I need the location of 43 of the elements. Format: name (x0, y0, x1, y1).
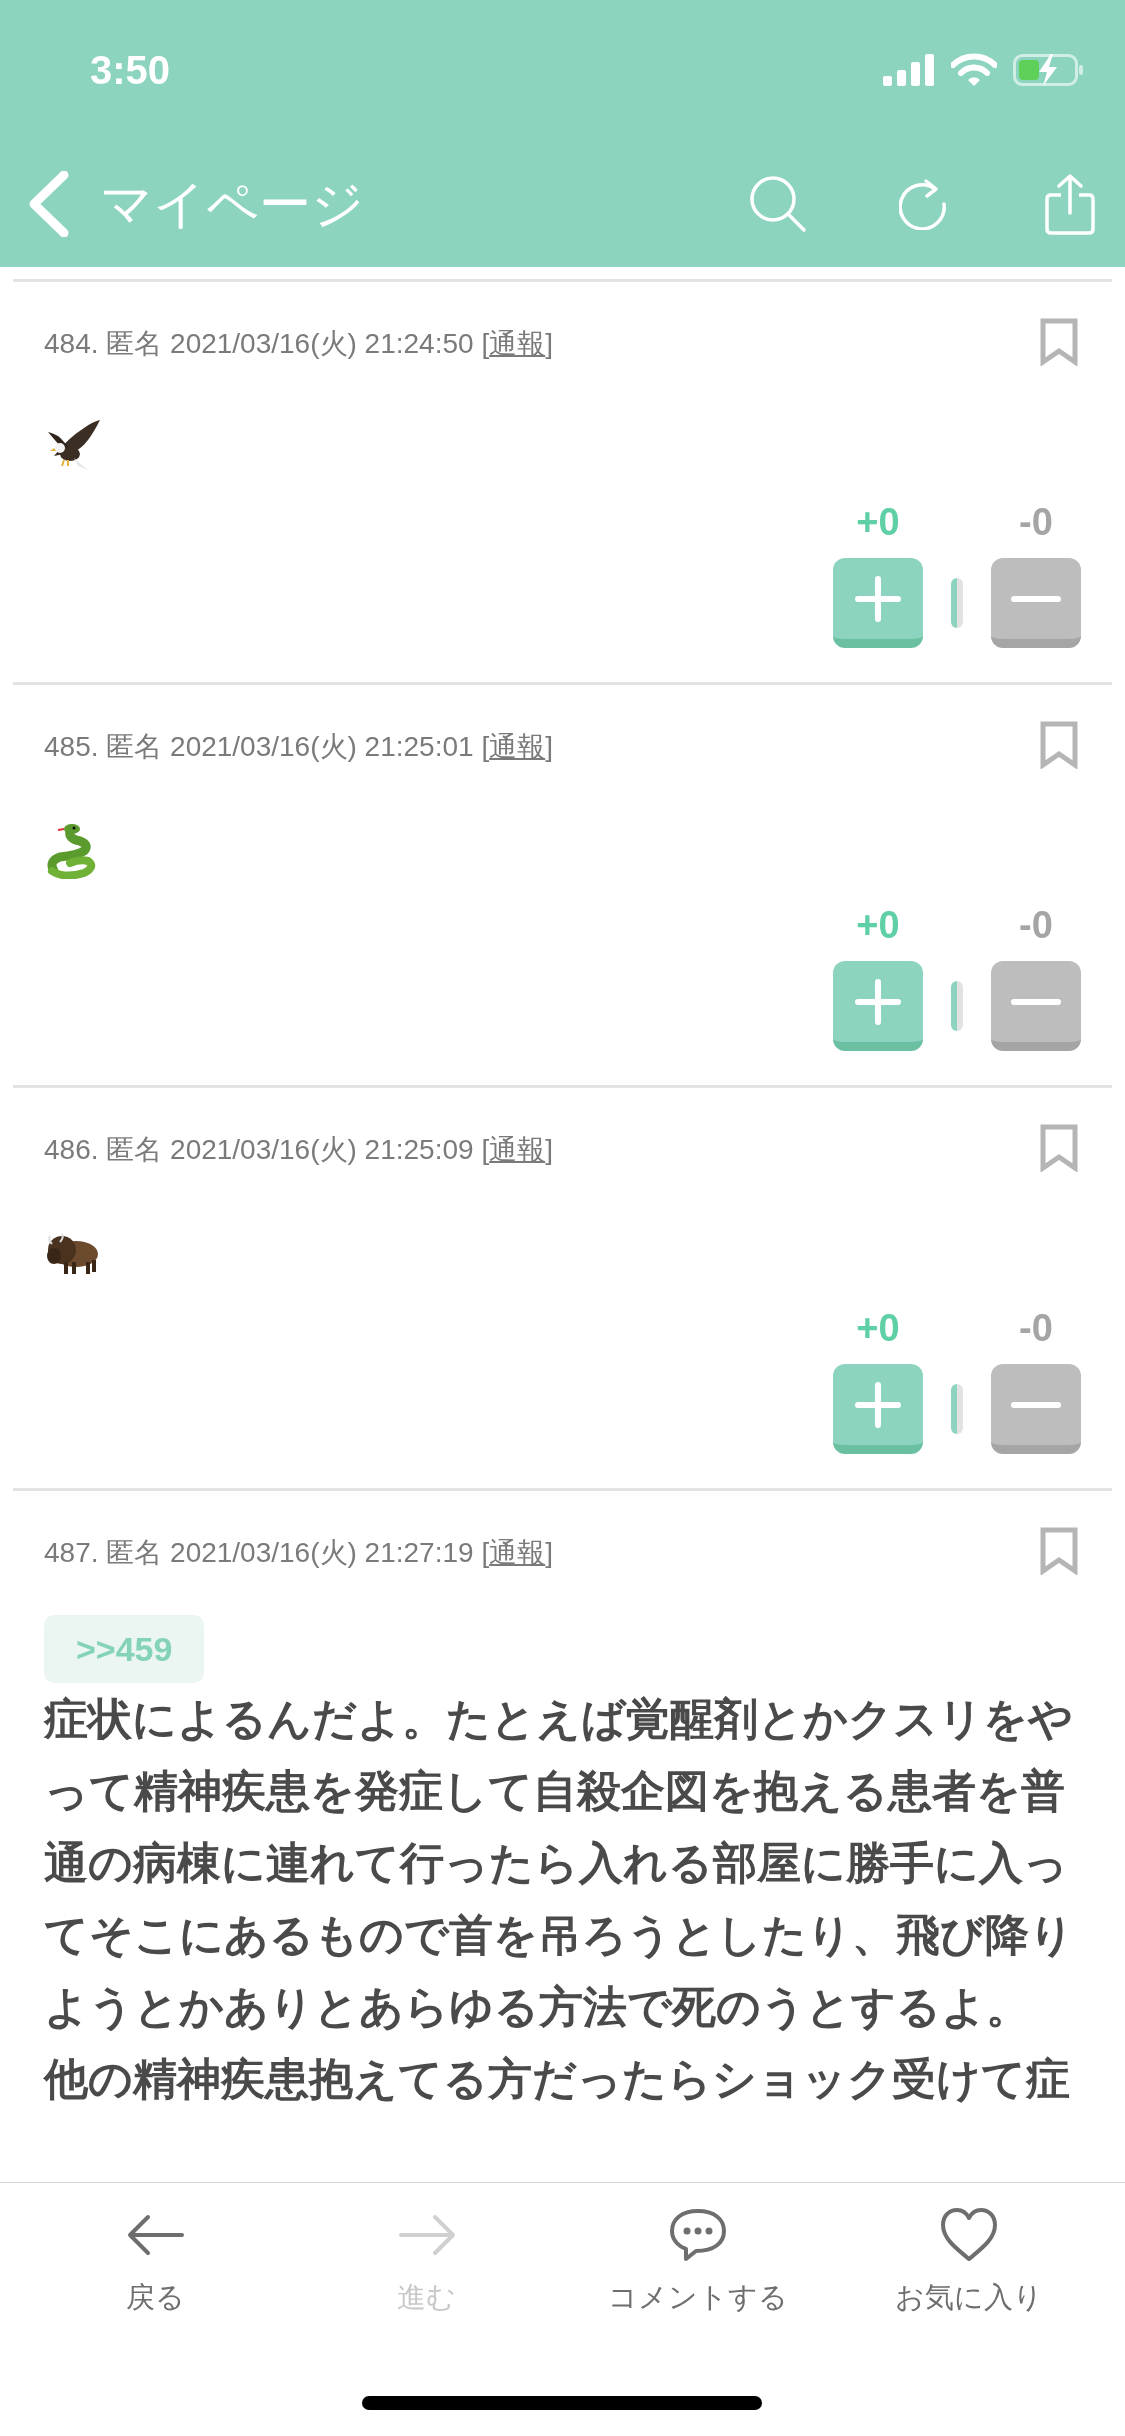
wifi-icon (951, 53, 997, 87)
vote-count: -0 (1019, 1306, 1053, 1350)
downvote-button[interactable] (991, 961, 1081, 1051)
upvote-button[interactable] (833, 1364, 923, 1454)
tab-bar-item[interactable]: 戻る (20, 2205, 292, 2315)
post-meta: 486. 匿名 2021/03/16(火) 21:25:09 [通報] (44, 1133, 554, 1167)
status-time: 3:50 (90, 47, 171, 94)
vote-count: -0 (1019, 500, 1053, 544)
bookmark-icon[interactable] (1040, 1124, 1078, 1172)
report-link[interactable]: 通報 (489, 1134, 546, 1165)
vote-ratio-meter (951, 578, 963, 628)
plus-icon (854, 1380, 902, 1429)
vote-count: +0 (856, 903, 900, 947)
signal-icon (883, 54, 935, 86)
report-link[interactable]: 通報 (489, 1537, 546, 1568)
plus-icon (854, 574, 902, 623)
vote-count: +0 (856, 500, 900, 544)
report-link[interactable]: 通報 (489, 328, 546, 359)
search-icon[interactable] (749, 174, 807, 233)
report-link[interactable]: 通報 (489, 731, 546, 762)
downvote-button[interactable] (991, 1364, 1081, 1454)
post-text: 他の精神疾患抱えてる方だったらショック受けて症 (44, 2053, 1071, 2105)
vote-ratio-meter (951, 981, 963, 1031)
refresh-icon[interactable] (899, 177, 949, 230)
post-meta: 487. 匿名 2021/03/16(火) 21:27:19 [通報] (44, 1536, 554, 1570)
tab-bar-item[interactable]: コメントする (562, 2205, 834, 2315)
battery-icon (1013, 54, 1083, 86)
vote-ratio-meter (951, 1384, 963, 1434)
vote-count: +0 (856, 1306, 900, 1350)
bookmark-icon[interactable] (1040, 318, 1078, 366)
downvote-button[interactable] (991, 558, 1081, 648)
page-title: マイページ (100, 173, 364, 235)
plus-icon (854, 977, 902, 1026)
post-text: 症状によるんだよ。たとえば覚醒剤とかクスリをやって精神疾患を発症して自殺企図を抱える患者を普通の病棟に連れて行ったら入れる部屋に勝手に入ってそこにあるもので首を吊ろうとしたり、飛び降りようとかありとあらゆる方法で死のうとするよ。 (44, 1693, 1075, 2033)
post-meta: 484. 匿名 2021/03/16(火) 21:24:50 [通報] (44, 327, 554, 361)
bookmark-icon[interactable] (1040, 1527, 1078, 1575)
upvote-button[interactable] (833, 961, 923, 1051)
upvote-button[interactable] (833, 558, 923, 648)
bookmark-icon[interactable] (1040, 721, 1078, 769)
vote-count: -0 (1019, 903, 1053, 947)
post-meta: 485. 匿名 2021/03/16(火) 21:25:01 [通報] (44, 730, 554, 764)
share-icon[interactable] (1045, 172, 1095, 235)
tab-bar-item[interactable]: お気に入り (833, 2205, 1105, 2315)
